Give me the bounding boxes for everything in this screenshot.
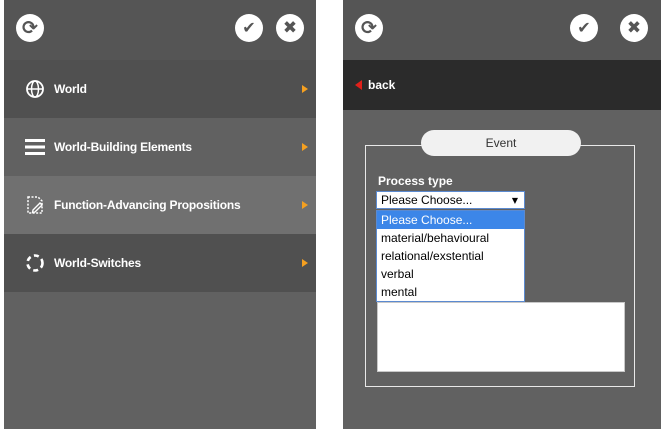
dropdown-option[interactable]: mental xyxy=(377,283,524,301)
close-icon[interactable]: ✖ xyxy=(276,14,304,42)
dropdown-option[interactable]: relational/exstential xyxy=(377,247,524,265)
left-panel: ⟳ ✔ ✖ World World-Building Elements Func… xyxy=(4,0,316,429)
list-icon xyxy=(24,136,46,158)
menu-item-label: World-Building Elements xyxy=(54,140,192,154)
process-type-label: Process type xyxy=(378,174,453,188)
right-toolbar: ⟳ ✔ ✖ xyxy=(343,0,661,60)
menu-item-label: Function-Advancing Propositions xyxy=(54,198,241,212)
menu-item-world[interactable]: World xyxy=(4,60,316,118)
chevron-right-icon xyxy=(302,143,308,151)
chevron-right-icon xyxy=(302,201,308,209)
check-icon[interactable]: ✔ xyxy=(235,14,263,42)
menu-item-label: World xyxy=(54,82,87,96)
process-type-select[interactable]: Please Choose... ▼ xyxy=(376,191,525,209)
menu-item-world-switches[interactable]: World-Switches xyxy=(4,234,316,292)
refresh-icon[interactable]: ⟳ xyxy=(16,14,44,42)
globe-icon xyxy=(24,78,46,100)
back-label: back xyxy=(368,78,396,92)
back-arrow-icon xyxy=(355,80,362,90)
close-icon[interactable]: ✖ xyxy=(620,14,648,42)
process-type-dropdown: Please Choose... material/behavioural re… xyxy=(376,210,525,302)
dropdown-option[interactable]: material/behavioural xyxy=(377,229,524,247)
menu-item-label: World-Switches xyxy=(54,256,141,270)
check-icon[interactable]: ✔ xyxy=(570,14,598,42)
chevron-right-icon xyxy=(302,85,308,93)
cycle-icon xyxy=(24,252,46,274)
dropdown-option[interactable]: Please Choose... xyxy=(377,211,524,229)
select-value: Please Choose... xyxy=(381,193,473,207)
edit-document-icon xyxy=(24,194,46,216)
right-panel: ⟳ ✔ ✖ back Event Process type Please Cho… xyxy=(343,0,661,429)
dropdown-option[interactable]: verbal xyxy=(377,265,524,283)
chevron-right-icon xyxy=(302,259,308,267)
event-tab[interactable]: Event xyxy=(421,130,581,156)
caret-down-icon: ▼ xyxy=(511,196,518,205)
description-textarea[interactable] xyxy=(377,302,625,372)
left-toolbar: ⟳ ✔ ✖ xyxy=(4,0,316,60)
refresh-icon[interactable]: ⟳ xyxy=(355,14,383,42)
back-button[interactable]: back xyxy=(343,60,661,110)
menu-item-world-building-elements[interactable]: World-Building Elements xyxy=(4,118,316,176)
menu-item-function-advancing-propositions[interactable]: Function-Advancing Propositions xyxy=(4,176,316,234)
